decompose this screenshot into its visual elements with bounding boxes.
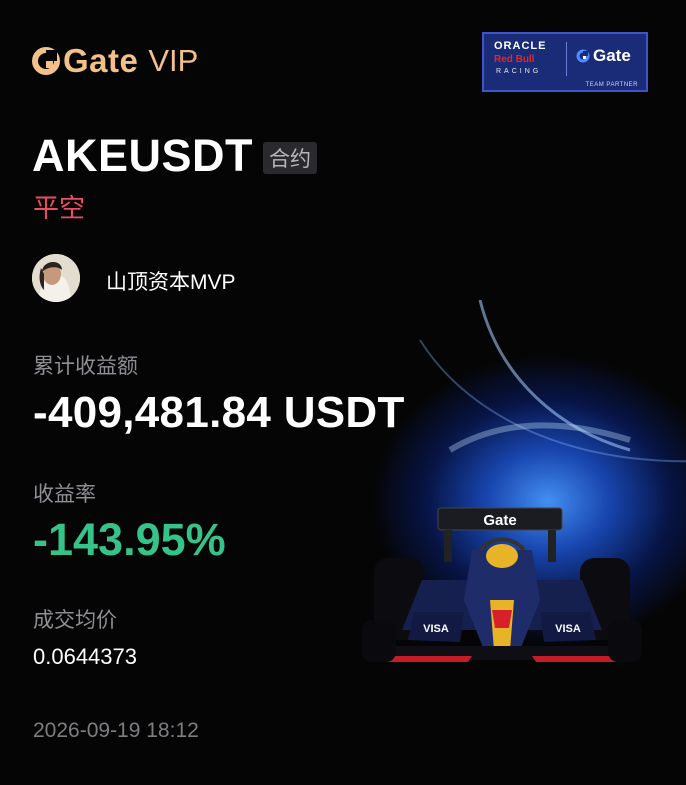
team-partner-caption: TEAM PARTNER — [585, 82, 638, 88]
vip-label: VIP — [148, 43, 199, 78]
racing-text: RACING — [496, 68, 542, 75]
gate-wordmark: Gate — [32, 42, 138, 80]
contract-tag: 合约 — [263, 142, 318, 174]
average-price-value: 0.0644373 — [33, 644, 137, 669]
user-avatar — [32, 254, 80, 302]
oracle-text: ORACLE — [494, 40, 547, 52]
position-side-label: 平空 — [33, 193, 86, 223]
trading-pair-header: AKEUSDT 合约 — [32, 130, 318, 182]
redbull-text: Red Bull — [494, 54, 535, 65]
cumulative-pnl-value: -409,481.84 USDT — [33, 388, 405, 437]
partner-gate-logo: Gate — [576, 46, 631, 66]
sidepod-visa-right: VISA — [555, 623, 581, 635]
race-car-illustration: Gate VISA VISA — [362, 507, 642, 662]
average-price-label: 成交均价 — [33, 609, 117, 632]
wing-gate-text: Gate — [483, 512, 516, 529]
gate-brand-text: Gate — [63, 42, 139, 79]
team-partner-badge: ORACLE Red Bull RACING Gate TEAM PARTNER — [482, 32, 648, 92]
gate-logo-icon — [32, 47, 60, 75]
return-rate-label: 收益率 — [33, 483, 96, 506]
partner-gate-text: Gate — [593, 46, 631, 65]
return-rate-value: -143.95% — [33, 514, 226, 565]
gate-vip-logo: Gate VIP — [32, 42, 198, 80]
trading-pair-symbol: AKEUSDT — [32, 130, 254, 181]
sidepod-visa-left: VISA — [423, 623, 449, 635]
cumulative-pnl-label: 累计收益额 — [33, 355, 138, 378]
gate-logo-icon — [576, 49, 590, 63]
share-card: Gate VIP ORACLE Red Bull RACING Gate TEA… — [0, 0, 686, 785]
user-name: 山顶资本MVP — [106, 271, 236, 294]
badge-divider — [566, 42, 567, 76]
avatar-portrait-icon — [32, 254, 80, 302]
timestamp: 2026-09-19 18:12 — [33, 719, 199, 742]
